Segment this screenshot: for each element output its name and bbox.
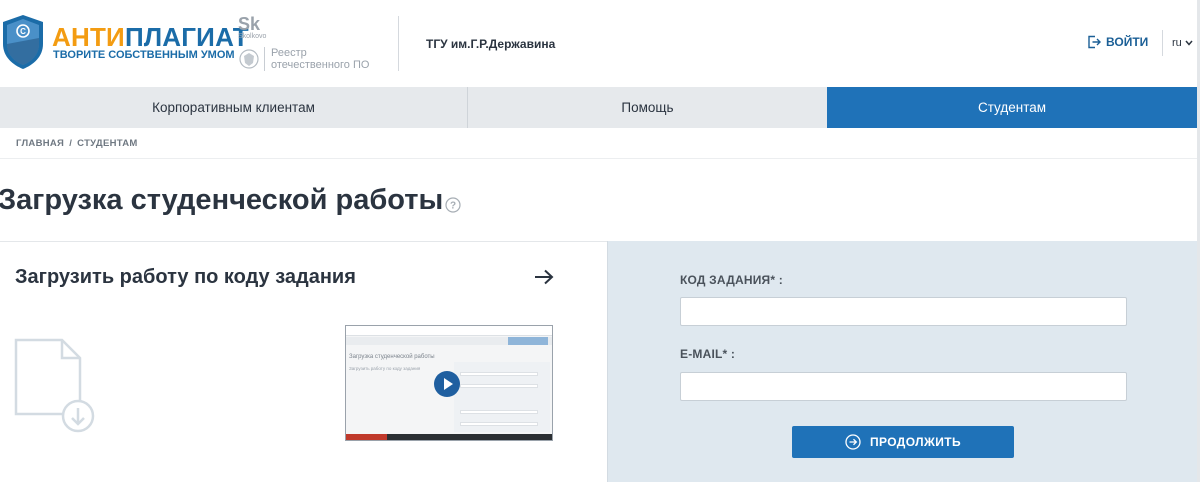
- breadcrumb-separator: /: [69, 138, 73, 149]
- task-code-input[interactable]: [680, 297, 1127, 326]
- video-preview-field: [460, 410, 538, 414]
- nav-corporate-clients[interactable]: Корпоративным клиентам: [0, 87, 467, 128]
- breadcrumb: ГЛАВНАЯ / СТУДЕНТАМ: [16, 138, 138, 149]
- breadcrumb-home[interactable]: ГЛАВНАЯ: [16, 138, 64, 149]
- continue-button[interactable]: ПРОДОЛЖИТЬ: [792, 426, 1014, 458]
- brand-part1: АНТИ: [52, 22, 125, 52]
- arrow-circle-right-icon: [845, 434, 861, 450]
- continue-button-label: ПРОДОЛЖИТЬ: [869, 435, 962, 449]
- video-preview-field: [460, 422, 538, 426]
- header: C АНТИПЛАГИАТ ТВОРИТЕ СОБСТВЕННЫМ УМОМ S…: [0, 0, 1200, 87]
- login-button[interactable]: ВОЙТИ: [1087, 35, 1148, 49]
- svg-text:?: ?: [450, 201, 456, 212]
- tutorial-video[interactable]: Загрузка студенческой работы Загрузить р…: [345, 325, 553, 441]
- login-label: ВОЙТИ: [1106, 35, 1149, 49]
- login-icon: [1088, 35, 1101, 49]
- video-preview-title: Загрузка студенческой работы: [349, 354, 435, 360]
- brand-slogan: ТВОРИТЕ СОБСТВЕННЫМ УМОМ: [53, 49, 235, 61]
- breadcrumb-current: СТУДЕНТАМ: [77, 138, 138, 149]
- play-icon[interactable]: [433, 370, 461, 398]
- language-value: ru: [1172, 37, 1182, 49]
- arrow-right-icon[interactable]: [534, 269, 554, 285]
- video-preview-active-tab: [508, 337, 548, 345]
- software-registry: Реестр отечественного ПО: [264, 47, 369, 71]
- task-code-label: КОД ЗАДАНИЯ* :: [680, 273, 783, 287]
- video-preview-topbar: [346, 326, 552, 336]
- main-nav: Корпоративным клиентам Помощь Студентам: [0, 87, 1197, 128]
- nav-students[interactable]: Студентам: [827, 87, 1197, 128]
- state-emblem-icon: [239, 49, 259, 69]
- language-selector[interactable]: ru: [1172, 37, 1193, 49]
- registry-line1: Реестр: [271, 47, 307, 59]
- skolkovo-logo-icon: Sk: [238, 14, 261, 34]
- video-progress-bar[interactable]: [346, 434, 388, 440]
- svg-text:Sk: Sk: [238, 14, 261, 34]
- document-upload-icon: [14, 338, 95, 433]
- page-title: Загрузка студенческой работы ?: [0, 184, 461, 217]
- chevron-down-icon: [1185, 40, 1193, 46]
- header-divider: [398, 16, 399, 71]
- skolkovo-text: Skolkovo: [238, 33, 267, 40]
- header-divider-right: [1162, 30, 1163, 56]
- upload-by-code-panel: Загрузить работу по коду задания Загрузк…: [0, 241, 607, 482]
- question-icon[interactable]: ?: [445, 197, 461, 213]
- brand-name[interactable]: АНТИПЛАГИАТ: [52, 24, 249, 50]
- registry-line2: отечественного ПО: [271, 59, 370, 71]
- email-input[interactable]: [680, 372, 1127, 401]
- upload-by-code-title: Загрузить работу по коду задания: [15, 266, 356, 288]
- brand-part2: ПЛАГИАТ: [124, 22, 249, 52]
- upload-form-panel: КОД ЗАДАНИЯ* : E-MAIL* : ПРОДОЛЖИТЬ: [607, 241, 1197, 482]
- antiplagiat-shield-logo[interactable]: C: [2, 14, 44, 70]
- video-preview-subtitle: Загрузить работу по коду задания: [349, 366, 421, 371]
- svg-text:C: C: [20, 27, 26, 36]
- breadcrumb-divider: [0, 158, 1197, 159]
- nav-help[interactable]: Помощь: [467, 87, 827, 128]
- video-preview-field: [460, 372, 538, 376]
- university-name: ТГУ им.Г.Р.Державина: [426, 37, 556, 51]
- video-preview-field: [460, 384, 538, 388]
- email-label: E-MAIL* :: [680, 347, 736, 361]
- page-title-text: Загрузка студенческой работы: [0, 184, 444, 216]
